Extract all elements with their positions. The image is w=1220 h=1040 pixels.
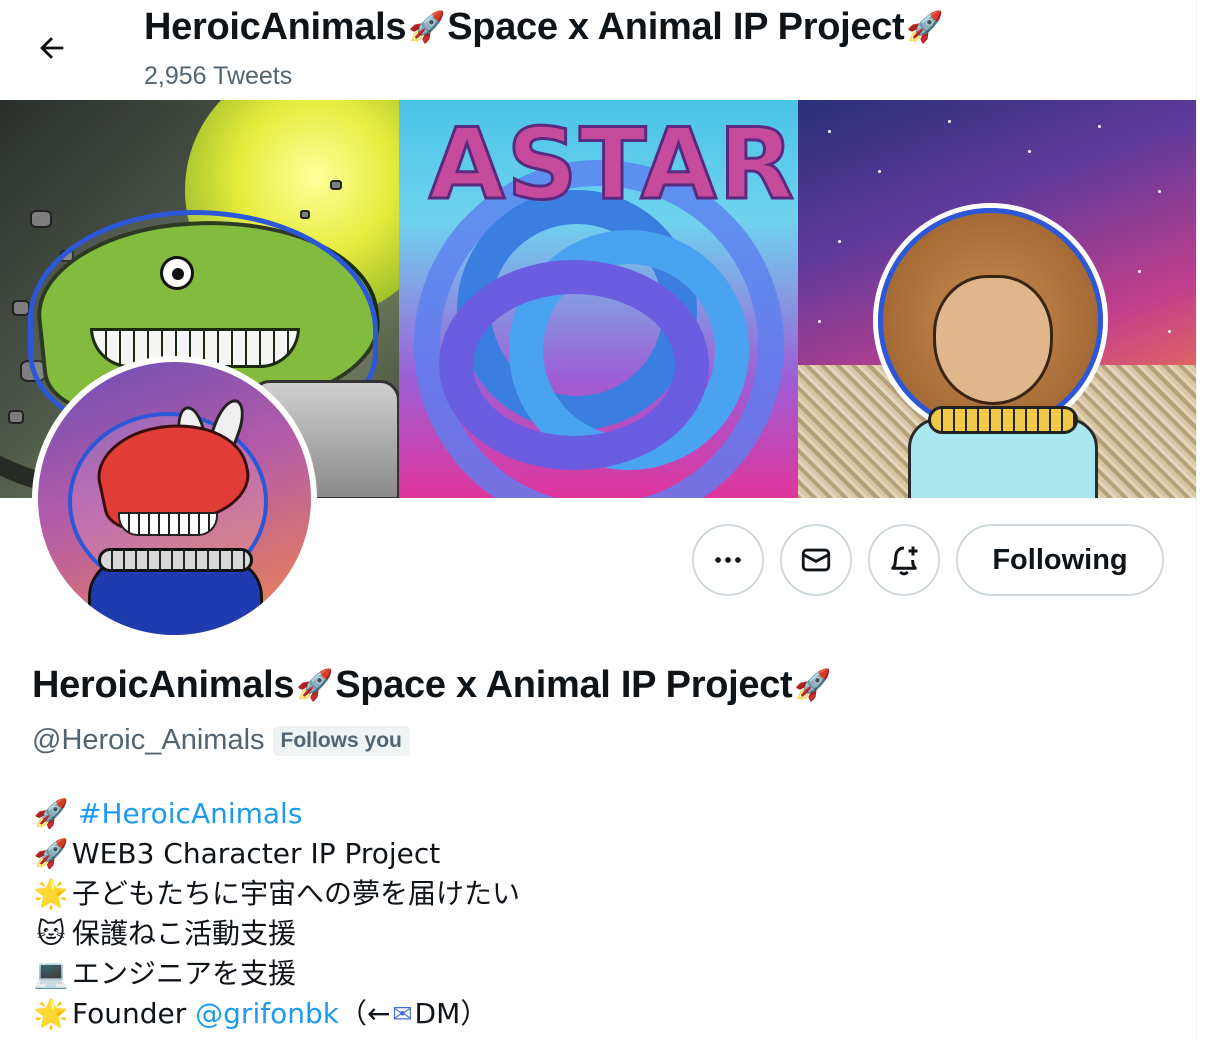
bio-line: 🐱 保護ねこ活動支援 (32, 914, 520, 954)
bio-text: DM） (414, 997, 489, 1030)
mail-icon (801, 548, 831, 572)
bio-text: 保護ねこ活動支援 (72, 917, 297, 950)
founder-mention-link[interactable]: @grifonbk (195, 994, 339, 1034)
laptop-icon: 💻 (33, 957, 69, 990)
glowing-star-icon: 🌟 (33, 877, 69, 910)
bell-plus-icon (891, 546, 918, 576)
bio-text: エンジニアを支援 (72, 957, 297, 990)
banner-panel-monkey (798, 100, 1196, 498)
bio-line: 🌟 Founder @grifonbk （← ✉ DM） (32, 994, 520, 1034)
bio-line: 🚀 WEB3 Character IP Project (32, 834, 520, 874)
more-icon (715, 557, 741, 563)
profile-header-bar: HeroicAnimals 🚀 Space x Animal IP Projec… (0, 0, 1196, 100)
handle-row: @Heroic_Animals Follows you (32, 724, 410, 757)
cat-icon: 🐱 (36, 917, 66, 950)
back-button[interactable] (22, 18, 82, 78)
rocket-icon: 🚀 (906, 10, 944, 44)
notify-button[interactable] (868, 524, 940, 596)
profile-name-tagline: Space x Animal IP Project (335, 664, 793, 706)
rocket-icon: 🚀 (33, 837, 69, 870)
follows-you-badge: Follows you (272, 725, 410, 756)
tweet-count: 2,956 Tweets (144, 62, 293, 90)
banner-panel-astar: ASTAR (399, 100, 798, 498)
profile-name-text: HeroicAnimals (32, 664, 295, 706)
bio-text: WEB3 Character IP Project (72, 837, 441, 870)
header-title-name: HeroicAnimals (144, 6, 407, 48)
arrow-left-icon (40, 37, 64, 59)
hashtag-link[interactable]: #HeroicAnimals (78, 794, 302, 834)
rocket-icon: 🚀 (408, 10, 446, 44)
profile-handle: @Heroic_Animals (32, 724, 265, 756)
profile-display-name: HeroicAnimals 🚀 Space x Animal IP Projec… (32, 664, 833, 707)
bio-line: 💻 エンジニアを支援 (32, 954, 520, 994)
rocket-icon: 🚀 (33, 797, 69, 830)
rocket-icon: 🚀 (296, 668, 334, 702)
bio-line: 🌟 子どもたちに宇宙への夢を届けたい (32, 874, 520, 914)
header-title: HeroicAnimals 🚀 Space x Animal IP Projec… (144, 6, 945, 49)
bio-text: 子どもたちに宇宙への夢を届けたい (72, 877, 521, 910)
astar-logo-text: ASTAR (428, 107, 796, 224)
envelope-icon: ✉ (392, 1000, 413, 1028)
more-button[interactable] (692, 524, 764, 596)
bio-text: Founder (72, 997, 196, 1030)
profile-avatar[interactable] (32, 356, 317, 641)
following-button[interactable]: Following (956, 524, 1164, 596)
rocket-icon: 🚀 (794, 668, 832, 702)
avatar-image (38, 362, 311, 635)
header-title-tagline: Space x Animal IP Project (447, 6, 905, 48)
glowing-star-icon: 🌟 (33, 997, 69, 1030)
column-divider (1196, 0, 1197, 1040)
bio-line: 🚀 #HeroicAnimals (32, 794, 520, 834)
profile-bio: 🚀 #HeroicAnimals 🚀 WEB3 Character IP Pro… (32, 794, 520, 1034)
message-button[interactable] (780, 524, 852, 596)
bio-text: （← (338, 997, 391, 1030)
